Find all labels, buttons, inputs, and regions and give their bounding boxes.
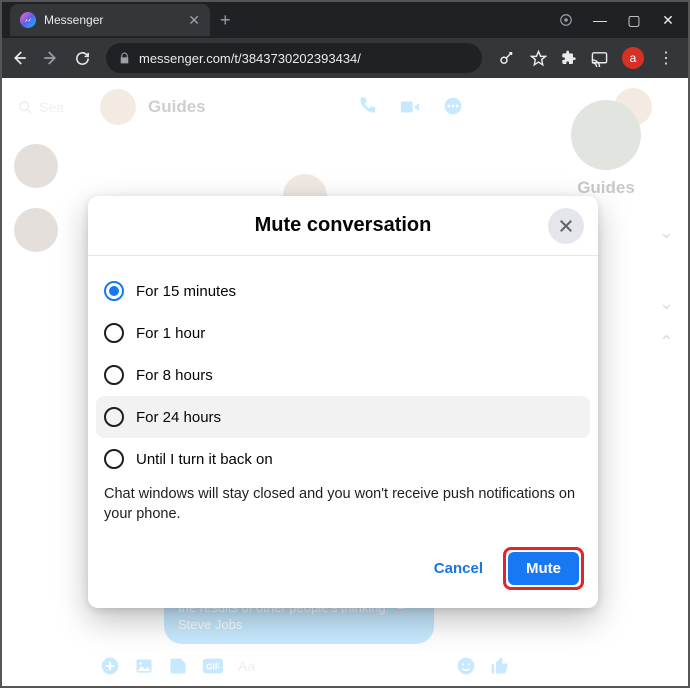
cancel-button[interactable]: Cancel (420, 552, 497, 585)
mute-conversation-modal: Mute conversation For 15 minutes For 1 ho… (88, 196, 598, 608)
nav-forward-icon (42, 49, 64, 67)
nav-back-icon[interactable] (10, 49, 32, 67)
messenger-favicon (20, 12, 36, 28)
window-controls: — ▢ ✕ (552, 12, 688, 29)
radio-icon (104, 449, 124, 469)
modal-body: For 15 minutes For 1 hour For 8 hours For 2… (88, 256, 598, 537)
radio-icon (104, 407, 124, 427)
mute-option-label: For 1 hour (136, 325, 205, 342)
mute-option-label: For 8 hours (136, 367, 213, 384)
radio-icon (104, 323, 124, 343)
bookmark-star-icon[interactable] (530, 50, 547, 67)
mute-option-row[interactable]: For 1 hour (104, 312, 582, 354)
radio-icon (104, 281, 124, 301)
mute-option-row[interactable]: For 8 hours (104, 354, 582, 396)
mute-button-highlight: Mute (503, 547, 584, 590)
mute-option-row[interactable]: For 15 minutes (104, 270, 582, 312)
key-icon[interactable] (498, 49, 516, 67)
mute-option-row[interactable]: Until I turn it back on (104, 438, 582, 480)
modal-title: Mute conversation (255, 214, 432, 237)
tab-strip: Messenger ✕ + — ▢ ✕ (2, 2, 688, 38)
modal-close-button[interactable] (548, 208, 584, 244)
close-icon (557, 217, 575, 235)
tab-close-icon[interactable]: ✕ (188, 12, 200, 29)
mute-option-label: Until I turn it back on (136, 451, 273, 468)
toolbar-right: a ⋮ (492, 47, 680, 69)
profile-avatar[interactable]: a (622, 47, 644, 69)
browser-chrome: Messenger ✕ + — ▢ ✕ messenger.com/t/3843… (2, 2, 688, 78)
modal-footer: Cancel Mute (88, 537, 598, 608)
kebab-menu-icon[interactable]: ⋮ (658, 48, 674, 68)
url-text: messenger.com/t/3843730202393434/ (139, 51, 361, 66)
tab-title: Messenger (44, 13, 180, 27)
mute-button[interactable]: Mute (508, 552, 579, 585)
address-bar: messenger.com/t/3843730202393434/ a ⋮ (2, 38, 688, 78)
browser-tab[interactable]: Messenger ✕ (10, 4, 210, 36)
window-close-icon[interactable]: ✕ (654, 12, 682, 29)
cast-icon[interactable] (591, 50, 608, 67)
omnibox[interactable]: messenger.com/t/3843730202393434/ (106, 43, 482, 73)
new-tab-button[interactable]: + (220, 10, 231, 31)
mute-option-row[interactable]: For 24 hours (96, 396, 590, 438)
extensions-icon[interactable] (561, 50, 577, 66)
window-minimize-icon[interactable]: — (586, 12, 614, 29)
lock-icon (118, 52, 131, 65)
account-chip-icon[interactable] (552, 12, 580, 29)
modal-header: Mute conversation (88, 196, 598, 256)
mute-option-label: For 24 hours (136, 409, 221, 426)
avatar-letter: a (630, 51, 637, 65)
window-maximize-icon[interactable]: ▢ (620, 12, 648, 29)
radio-icon (104, 365, 124, 385)
modal-description: Chat windows will stay closed and you wo… (104, 480, 582, 535)
nav-reload-icon[interactable] (74, 50, 96, 67)
mute-option-label: For 15 minutes (136, 283, 236, 300)
